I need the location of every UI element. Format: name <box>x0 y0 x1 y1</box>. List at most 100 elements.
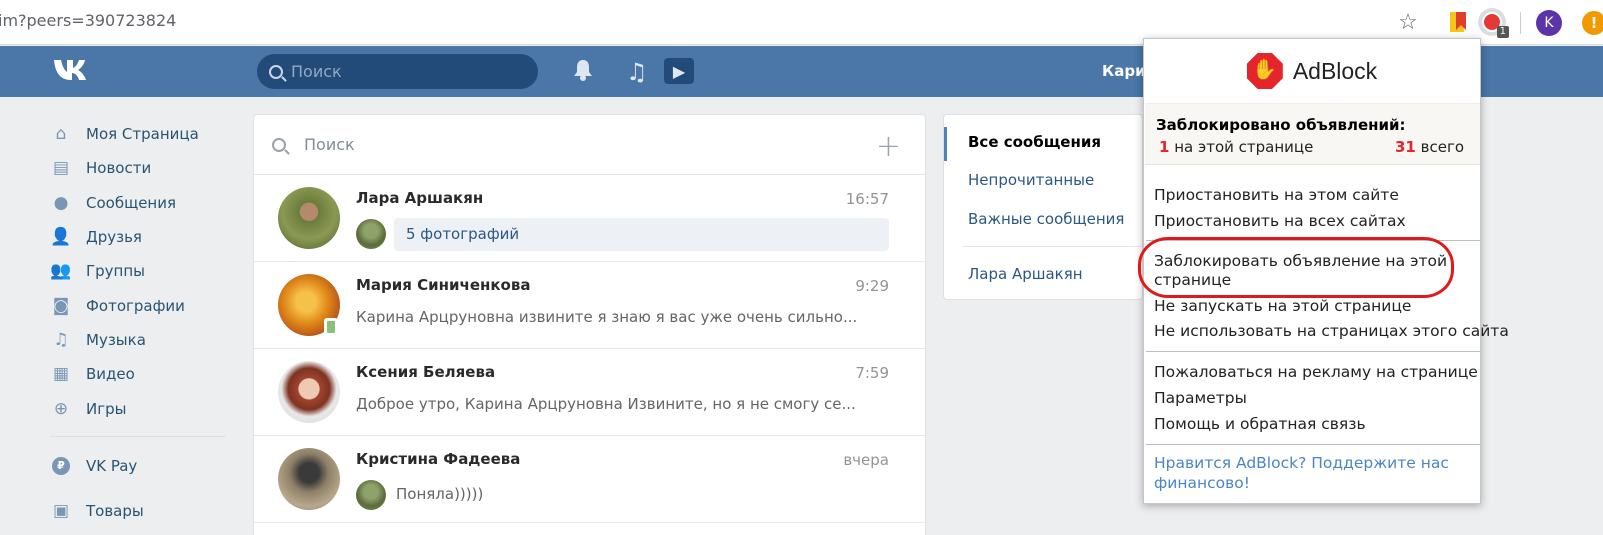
new-message-plus-icon[interactable]: + <box>876 129 901 164</box>
adblock-divider <box>1146 444 1480 445</box>
dialog-attachment-preview: 5 фотографий <box>394 218 889 251</box>
folder-important[interactable]: Важные сообщения <box>944 210 1144 228</box>
dialog-time: вчера <box>843 451 889 469</box>
menu-label: Фотографии <box>86 296 185 315</box>
header-search-input[interactable]: Поиск <box>257 54 538 89</box>
dialog-time: 7:59 <box>855 364 889 382</box>
adblock-divider <box>1146 351 1480 352</box>
adblock-header: ✋ AdBlock <box>1144 39 1480 103</box>
menu-label: Новости <box>86 159 152 178</box>
menu-label: Товары <box>86 502 144 521</box>
messages-icon: ● <box>53 192 69 213</box>
music-icon: ♫ <box>53 329 69 350</box>
dialogs-search-input[interactable]: Поиск + <box>254 115 925 175</box>
bag-icon: ▣ <box>52 501 70 522</box>
menu-label: Моя Страница <box>86 125 199 144</box>
dialog-row[interactable]: Лара Аршакян 16:57 5 фотографий <box>254 175 925 262</box>
support-line1: Нравится AdBlock? Поддержите нас <box>1154 454 1449 472</box>
avatar <box>278 361 340 423</box>
vk-logo[interactable] <box>52 58 90 89</box>
menu-item-music[interactable]: ♫ Музыка <box>50 323 230 357</box>
home-icon: ⌂ <box>55 124 67 145</box>
search-icon <box>269 64 283 79</box>
yandex-bookmark-icon[interactable] <box>1445 8 1473 36</box>
menu-item-vkpay[interactable]: ₽ VK Pay <box>50 449 230 483</box>
support-link[interactable]: Нравится AdBlock? Поддержите нас финансо… <box>1154 453 1454 493</box>
dialog-preview: Карина Арцруновна извините я знаю я вас … <box>356 308 858 326</box>
dont-run-page-link[interactable]: Не запускать на этой странице <box>1154 297 1411 316</box>
total-label: всего <box>1420 138 1464 156</box>
pause-on-site-link[interactable]: Приостановить на этом сайте <box>1154 186 1399 205</box>
avatar <box>278 187 340 249</box>
menu-item-groups[interactable]: 👥 Группы <box>50 254 230 288</box>
menu-item-photos[interactable]: ◙ Фотографии <box>50 288 230 322</box>
page-count: 1 <box>1159 138 1170 156</box>
red-highlight-annotation <box>1138 237 1454 298</box>
dialog-preview: Доброе утро, Карина Арцруновна Извините,… <box>356 395 856 413</box>
dialog-name: Кристина Фадеева <box>356 450 521 468</box>
alert-icon[interactable]: ! <box>1582 11 1603 35</box>
menu-label: Сообщения <box>86 193 177 212</box>
pause-all-sites-link[interactable]: Приостановить на всех сайтах <box>1154 212 1406 231</box>
menu-item-friends[interactable]: 👤 Друзья <box>50 220 230 254</box>
menu-label: VK Pay <box>86 456 138 475</box>
adblock-stats: Заблокировано объявлений: 1 на этой стра… <box>1145 103 1480 165</box>
adblock-badge: 1 <box>1496 26 1509 38</box>
notifications-bell-icon[interactable] <box>573 59 593 87</box>
dialog-preview: Поняла))))) <box>396 485 484 503</box>
bookmark-star-icon[interactable]: ☆ <box>1394 8 1422 36</box>
profile-avatar[interactable]: K <box>1536 10 1562 36</box>
message-folders: Все сообщения Непрочитанные Важные сообщ… <box>943 114 1144 300</box>
dialog-row[interactable]: Кристина Фадеева вчера Поняла))))) <box>254 436 925 523</box>
dialogs-search-placeholder: Поиск <box>304 135 355 154</box>
menu-item-games[interactable]: ⊕ Игры <box>50 391 230 425</box>
menu-item-my-page[interactable]: ⌂ Моя Страница <box>50 117 230 151</box>
avatar <box>278 448 340 510</box>
menu-item-news[interactable]: ▤ Новости <box>50 151 230 185</box>
video-icon: ▦ <box>52 364 70 385</box>
dialog-row[interactable]: Мария Синиченкова 9:29 Карина Арцруновна… <box>254 262 925 349</box>
folder-unread[interactable]: Непрочитанные <box>944 171 1144 189</box>
blocked-title: Заблокировано объявлений: <box>1156 116 1406 134</box>
blocked-total: 31 всего <box>1395 138 1464 156</box>
search-icon <box>272 137 286 152</box>
music-note-icon[interactable]: ♫ <box>626 58 648 86</box>
menu-label: Музыка <box>86 330 146 349</box>
dialog-time: 9:29 <box>855 277 889 295</box>
dialog-name: Мария Синиченкова <box>356 276 531 294</box>
dont-use-site-link[interactable]: Не использовать на страницах этого сайта <box>1154 322 1509 341</box>
adblock-extension-icon[interactable]: 1 <box>1478 8 1509 38</box>
folder-contact[interactable]: Лара Аршакян <box>944 265 1144 283</box>
play-icon[interactable]: ▶ <box>664 58 694 84</box>
folder-all-messages[interactable]: Все сообщения <box>944 127 1144 161</box>
menu-item-goods[interactable]: ▣ Товары <box>50 494 230 528</box>
menu-item-video[interactable]: ▦ Видео <box>50 357 230 391</box>
dialog-time: 16:57 <box>845 190 889 208</box>
menu-item-messages[interactable]: ● Сообщения <box>50 186 230 220</box>
gamepad-icon: ⊕ <box>53 398 69 419</box>
dialogs-panel: Поиск + Лара Аршакян 16:57 5 фотографий … <box>253 114 926 535</box>
camera-icon: ◙ <box>52 295 70 316</box>
groups-icon: 👥 <box>50 261 72 282</box>
menu-label: Друзья <box>86 228 142 247</box>
adblock-hand-icon: ✋ <box>1246 53 1283 89</box>
support-line2: финансово! <box>1154 474 1250 492</box>
dialog-row[interactable]: Ксения Беляева 7:59 Доброе утро, Карина … <box>254 349 925 436</box>
folder-divider <box>962 246 1144 247</box>
menu-label: Видео <box>86 365 135 384</box>
menu-label: Игры <box>86 399 127 418</box>
left-menu: ⌂ Моя Страница ▤ Новости ● Сообщения 👤 Д… <box>50 117 230 528</box>
page-label: на этой странице <box>1174 138 1314 156</box>
sender-avatar <box>356 480 386 510</box>
vkpay-icon: ₽ <box>50 456 72 475</box>
report-ad-link[interactable]: Пожаловаться на рекламу на странице <box>1154 363 1478 382</box>
menu-divider <box>50 435 226 437</box>
sender-avatar <box>356 219 386 249</box>
address-bar[interactable]: im?peers=390723824 <box>0 11 176 30</box>
dialog-name: Лара Аршакян <box>356 189 484 207</box>
dialog-name: Ксения Беляева <box>356 363 496 381</box>
friends-icon: 👤 <box>50 227 72 248</box>
menu-label: Группы <box>86 262 146 281</box>
options-link[interactable]: Параметры <box>1154 389 1247 408</box>
help-link[interactable]: Помощь и обратная связь <box>1154 415 1366 434</box>
